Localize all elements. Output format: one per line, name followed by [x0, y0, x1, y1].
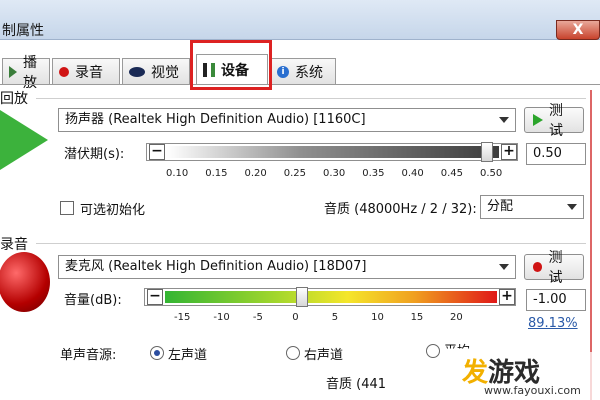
latency-plus-button[interactable]: +	[501, 144, 517, 160]
speaker-icon	[9, 65, 17, 78]
radio-average[interactable]	[426, 344, 440, 358]
latency-value-field[interactable]: 0.50	[526, 143, 586, 165]
latency-tick: 0.45	[440, 168, 464, 179]
recording-device-select[interactable]: 麦克风 (Realtek High Definition Audio) [18D…	[58, 255, 516, 279]
volume-tick: -5	[252, 312, 263, 323]
tab-label: 设备	[221, 62, 249, 79]
volume-plus-button[interactable]: +	[499, 289, 515, 305]
quality-select[interactable]: 分配	[480, 195, 584, 219]
recording-device-value: 麦克风 (Realtek High Definition Audio) [18D…	[65, 259, 367, 274]
playback-quality-label: 音质 (48000Hz / 2 / 32):	[324, 202, 477, 217]
volume-tick: -15	[174, 312, 191, 323]
record-dot-icon	[59, 66, 69, 77]
chevron-down-icon	[499, 117, 509, 123]
eye-icon	[129, 66, 145, 77]
tab-device[interactable]: 设备	[196, 54, 268, 84]
latency-label: 潜伏期(s):	[64, 147, 125, 162]
playback-test-button[interactable]: 测试	[524, 103, 584, 139]
latency-tick: 0.40	[401, 168, 424, 179]
optional-init-checkbox[interactable]	[60, 201, 74, 215]
volume-percent-link[interactable]: 89.13%	[528, 316, 578, 331]
radio-left-channel[interactable]	[150, 346, 164, 360]
optional-init-label: 可选初始化	[80, 203, 146, 218]
recording-test-label: 测试	[548, 250, 563, 286]
playback-group-line	[36, 98, 586, 99]
tab-visual[interactable]: 视觉	[122, 58, 190, 84]
latency-tick: 0.20	[244, 168, 267, 179]
latency-slider-thumb[interactable]	[480, 142, 493, 162]
tab-recording[interactable]: 录音	[52, 58, 120, 84]
tab-playback[interactable]: 播放	[2, 55, 50, 91]
playback-test-label: 测试	[549, 103, 563, 139]
right-channel-label: 右声道	[304, 348, 344, 363]
volume-tick: -10	[213, 312, 230, 323]
play-icon	[0, 110, 48, 170]
volume-slider-thumb[interactable]	[296, 287, 309, 307]
volume-value-field[interactable]: -1.00	[526, 289, 586, 311]
device-icon	[203, 62, 215, 77]
left-channel-label: 左声道	[168, 348, 208, 363]
latency-tick: 0.50	[480, 168, 503, 179]
tab-label: 播放	[23, 54, 37, 91]
recording-section-label: 录音	[0, 237, 28, 253]
volume-minus-button[interactable]: −	[147, 289, 163, 305]
tab-system[interactable]: i 系统	[270, 58, 336, 84]
record-small-icon	[533, 262, 543, 272]
quality-select-value: 分配	[487, 199, 514, 214]
chevron-down-icon	[567, 204, 577, 210]
record-icon	[0, 252, 50, 312]
watermark: 发游戏 www.fayouxi.com	[462, 352, 600, 400]
info-icon: i	[277, 65, 289, 78]
window-title: 制属性	[2, 23, 44, 39]
tab-label: 视觉	[151, 64, 179, 81]
volume-label: 音量(dB):	[64, 293, 122, 308]
recording-group-line	[36, 243, 586, 244]
volume-tick: 0	[292, 312, 299, 323]
playback-device-select[interactable]: 扬声器 (Realtek High Definition Audio) [116…	[58, 108, 516, 132]
latency-minus-button[interactable]: −	[149, 144, 165, 160]
volume-slider[interactable]: − +	[144, 287, 516, 307]
recording-quality-label: 音质 (441	[326, 377, 387, 392]
latency-track	[167, 146, 499, 158]
latency-tick: 0.15	[205, 168, 228, 179]
playback-device-value: 扬声器 (Realtek High Definition Audio) [116…	[65, 112, 366, 127]
play-small-icon	[533, 114, 543, 126]
volume-track	[165, 291, 497, 303]
latency-slider[interactable]: − +	[146, 142, 518, 162]
latency-tick: 0.25	[283, 168, 307, 179]
mono-source-label: 单声音源:	[60, 348, 117, 363]
tab-label: 系统	[295, 64, 323, 81]
tab-strip: 播放 录音 视觉 设备 i 系统	[0, 54, 600, 91]
volume-tick: 15	[410, 312, 424, 323]
latency-tick: 0.35	[362, 168, 385, 179]
recording-test-button[interactable]: 测试	[524, 250, 584, 286]
close-button[interactable]: X	[556, 20, 600, 40]
playback-section-label: 回放	[0, 91, 28, 107]
title-bar: 制属性 X	[0, 0, 600, 40]
volume-tick: 20	[450, 312, 463, 323]
volume-tick: 10	[371, 312, 384, 323]
volume-tick: 5	[331, 312, 339, 323]
tab-panel-border	[0, 84, 600, 85]
latency-tick: 0.30	[323, 168, 346, 179]
tab-label: 录音	[75, 64, 103, 81]
latency-tick: 0.10	[166, 168, 189, 179]
radio-right-channel[interactable]	[286, 346, 300, 360]
watermark-url: www.fayouxi.com	[484, 384, 581, 397]
chevron-down-icon	[499, 264, 509, 270]
